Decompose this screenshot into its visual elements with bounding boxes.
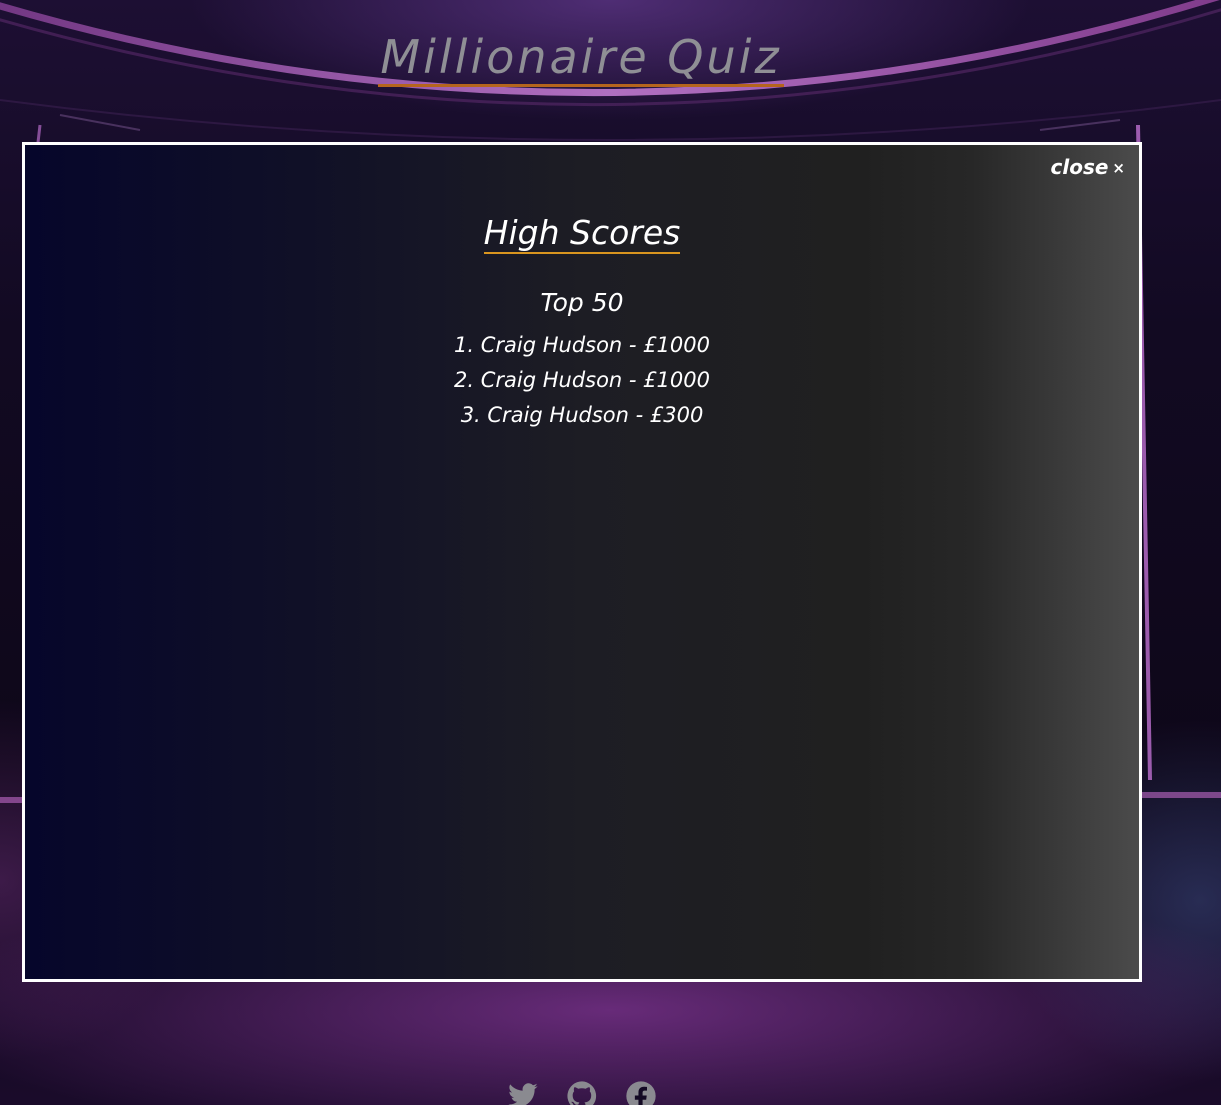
modal-heading: High Scores (25, 213, 1139, 254)
score-item: 3. Craig Hudson - £300 (460, 403, 704, 427)
app-title: Millionaire Quiz (0, 30, 1162, 87)
score-item: 2. Craig Hudson - £1000 (454, 368, 710, 392)
score-item: 1. Craig Hudson - £1000 (454, 333, 710, 357)
modal-heading-text: High Scores (483, 213, 681, 254)
facebook-icon[interactable] (625, 1080, 657, 1105)
top-scores-label: Top 50 (540, 288, 624, 317)
social-links (507, 1080, 657, 1105)
github-icon[interactable] (566, 1080, 598, 1105)
close-button[interactable]: close × (1051, 155, 1126, 179)
score-list: 1. Craig Hudson - £1000 2. Craig Hudson … (25, 328, 1139, 433)
close-label: close (1050, 155, 1109, 179)
twitter-icon[interactable] (507, 1080, 539, 1105)
app-title-text: Millionaire Quiz (378, 30, 784, 87)
high-scores-modal: close × High Scores Top 50 1. Craig Hudso… (22, 142, 1142, 982)
close-icon: × (1112, 159, 1125, 177)
